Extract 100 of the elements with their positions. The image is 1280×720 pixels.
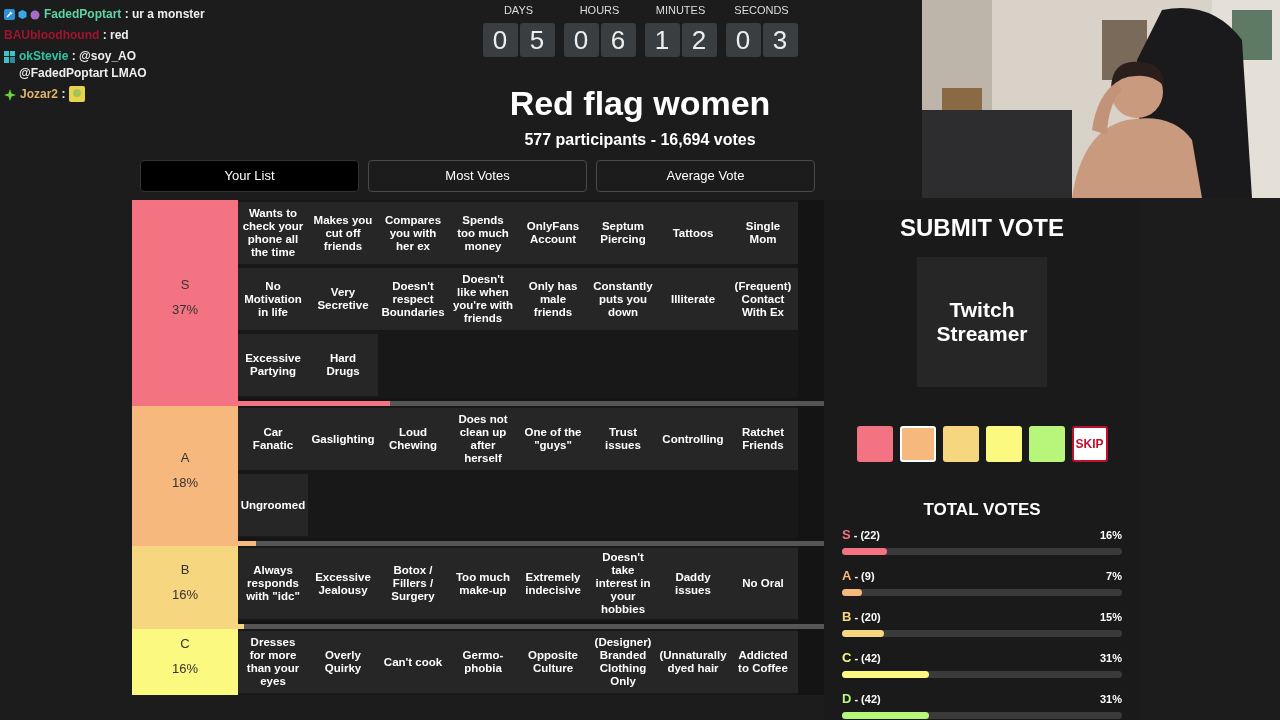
tier-item[interactable]: No Motivation in life bbox=[238, 268, 308, 330]
tier-vote-button[interactable] bbox=[899, 426, 936, 462]
list-tab[interactable]: Most Votes bbox=[368, 160, 587, 192]
tier-item[interactable]: Controlling bbox=[658, 408, 728, 470]
tier-letter: C bbox=[180, 635, 190, 653]
tier-item[interactable]: Always responds with "idc" bbox=[238, 548, 308, 619]
countdown-digit: 0 bbox=[482, 23, 518, 57]
tier-percent: 16% bbox=[172, 585, 198, 604]
countdown-digit: 2 bbox=[681, 23, 717, 57]
tier-vote-button[interactable] bbox=[856, 426, 893, 462]
page-title: Red flag women bbox=[509, 83, 771, 123]
participants-summary: 577 participants - 16,694 votes bbox=[524, 130, 756, 150]
tier-item[interactable]: Doesn't respect Boundaries bbox=[378, 268, 448, 330]
tier-item[interactable]: Single Mom bbox=[728, 202, 798, 264]
countdown-digit: 1 bbox=[644, 23, 680, 57]
sparkle-badge-icon bbox=[4, 88, 16, 101]
tier-item[interactable]: Daddy issues bbox=[658, 548, 728, 619]
tier-item[interactable]: Very Secretive bbox=[308, 268, 378, 330]
tier-letter: B bbox=[842, 610, 852, 624]
vote-count: - (9) bbox=[854, 569, 875, 583]
tier-letter: D bbox=[842, 692, 852, 706]
chat-message: FadedPoptart : ur a monster bbox=[44, 6, 205, 23]
tier-vote-button[interactable] bbox=[942, 426, 979, 462]
countdown-label: SECONDS bbox=[734, 3, 789, 17]
cube-badge-icon bbox=[17, 9, 28, 20]
submit-vote-heading: SUBMIT VOTE bbox=[900, 214, 1064, 242]
vote-count: - (42) bbox=[854, 692, 881, 706]
tier-vote-button[interactable] bbox=[1028, 426, 1065, 462]
vote-count: - (20) bbox=[854, 610, 881, 624]
tier-letter: S bbox=[842, 528, 851, 542]
tier-item[interactable]: OnlyFans Account bbox=[518, 202, 588, 264]
tier-item[interactable]: Doesn't like when you're with friends bbox=[448, 268, 518, 330]
chat-message: okStevie : @soy_AO @FadedPoptart LMAO bbox=[19, 48, 148, 82]
chat-username: FadedPoptart bbox=[44, 7, 122, 21]
tier-item[interactable]: Hard Drugs bbox=[308, 334, 378, 396]
countdown-label: DAYS bbox=[503, 3, 534, 17]
tier-item[interactable]: Compares you with her ex bbox=[378, 202, 448, 264]
vote-count: - (22) bbox=[853, 528, 880, 542]
tier-item[interactable]: No Oral bbox=[728, 548, 798, 619]
tier-item[interactable]: (Unnaturally dyed hair bbox=[658, 631, 728, 693]
grid-badge-icon bbox=[4, 50, 15, 63]
countdown-digit: 0 bbox=[563, 23, 599, 57]
tier-item[interactable]: (Designer) Branded Clothing Only bbox=[588, 631, 658, 693]
tier-item[interactable]: Illiterate bbox=[658, 268, 728, 330]
tier-letter: A bbox=[180, 449, 190, 467]
vote-percent: 7% bbox=[1106, 569, 1122, 583]
list-tab[interactable]: Your List bbox=[140, 160, 359, 192]
vote-item-card: Twitch Streamer bbox=[917, 257, 1047, 387]
tier-item[interactable]: Germo-phobia bbox=[448, 631, 518, 693]
tier-item[interactable]: Makes you cut off friends bbox=[308, 202, 378, 264]
tier-item[interactable]: Addicted to Coffee bbox=[728, 631, 798, 693]
tier-letter: B bbox=[180, 560, 190, 579]
chat-message: BAUbloodhound : red bbox=[4, 27, 129, 44]
tier-item[interactable]: Too much make-up bbox=[448, 548, 518, 619]
tier-item[interactable]: Extremely indecisive bbox=[518, 548, 588, 619]
tier-item[interactable]: Only has male friends bbox=[518, 268, 588, 330]
tier-item[interactable]: Dresses for more than your eyes bbox=[238, 631, 308, 693]
countdown-digit: 5 bbox=[519, 23, 555, 57]
list-tab[interactable]: Average Vote bbox=[596, 160, 815, 192]
tier-letter: S bbox=[180, 276, 190, 294]
tier-item[interactable]: (Frequent) Contact With Ex bbox=[728, 268, 798, 330]
countdown-digit: 0 bbox=[725, 23, 761, 57]
tier-item[interactable]: Opposite Culture bbox=[518, 631, 588, 693]
total-votes-heading: TOTAL VOTES bbox=[923, 500, 1041, 520]
tier-item[interactable]: Septum Piercing bbox=[588, 202, 658, 264]
skip-button[interactable]: SKIP bbox=[1071, 426, 1108, 462]
tier-item[interactable]: Doesn't take interest in your hobbies bbox=[588, 548, 658, 619]
tier-item[interactable]: Does not clean up after herself bbox=[448, 408, 518, 470]
countdown-digit: 3 bbox=[762, 23, 798, 57]
tier-item[interactable]: Botox / Fillers / Surgery bbox=[378, 548, 448, 619]
emote-icon bbox=[69, 86, 86, 102]
tier-vote-button[interactable] bbox=[985, 426, 1022, 462]
tier-item[interactable]: Trust issues bbox=[588, 408, 658, 470]
tier-item[interactable]: Car Fanatic bbox=[238, 408, 308, 470]
vote-percent: 31% bbox=[1099, 651, 1122, 665]
tier-item[interactable]: Can't cook bbox=[378, 631, 448, 693]
tier-item[interactable]: Excessive Jealousy bbox=[308, 548, 378, 619]
tier-item[interactable]: Spends too much money bbox=[448, 202, 518, 264]
tier-item[interactable]: Tattoos bbox=[658, 202, 728, 264]
vote-percent: 16% bbox=[1099, 528, 1122, 542]
chat-message: Jozar2 : bbox=[20, 86, 66, 103]
tier-item[interactable]: Ungroomed bbox=[238, 474, 308, 536]
chat-username: okStevie bbox=[19, 49, 69, 63]
vote-percent: 15% bbox=[1099, 610, 1122, 624]
tier-percent: 18% bbox=[172, 474, 198, 492]
tier-percent: 16% bbox=[172, 660, 198, 678]
tier-item[interactable]: Ratchet Friends bbox=[728, 408, 798, 470]
tier-item[interactable]: Gaslighting bbox=[308, 408, 378, 470]
tier-item[interactable]: Loud Chewing bbox=[378, 408, 448, 470]
vote-count: - (42) bbox=[854, 651, 881, 665]
wrench-badge-icon bbox=[4, 9, 15, 20]
countdown-label: MINUTES bbox=[655, 3, 706, 17]
tier-item[interactable]: Excessive Partying bbox=[238, 334, 308, 396]
tier-item[interactable]: Overly Quirky bbox=[308, 631, 378, 693]
vote-percent: 31% bbox=[1099, 692, 1122, 706]
tier-item[interactable]: One of the "guys" bbox=[518, 408, 588, 470]
countdown-digit: 6 bbox=[600, 23, 636, 57]
tier-item[interactable]: Wants to check your phone all the time bbox=[238, 202, 308, 264]
tier-item[interactable]: Constantly puts you down bbox=[588, 268, 658, 330]
chat-username: BAUbloodhound bbox=[4, 28, 100, 42]
